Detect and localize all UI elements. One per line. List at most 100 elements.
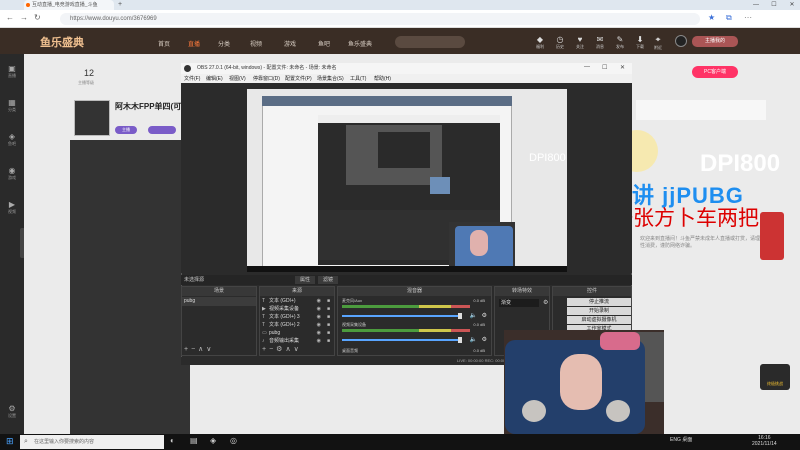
header-gift[interactable]: ◆ 福利 bbox=[530, 35, 550, 50]
header-search-input[interactable] bbox=[395, 36, 465, 48]
menu-icon[interactable]: ⋯ bbox=[744, 13, 752, 22]
favorite-star-icon[interactable]: ★ bbox=[708, 13, 715, 22]
source-item[interactable]: T 文本 (GDI+) ◉ ■ bbox=[262, 297, 332, 305]
back-icon[interactable]: ← bbox=[6, 13, 14, 22]
douyu-logo[interactable]: 鱼乐盛典 bbox=[40, 34, 84, 50]
eye-icon[interactable]: ◉ bbox=[317, 297, 321, 305]
source-toolbar[interactable]: +−⚙∧∨ bbox=[262, 345, 302, 353]
gear-icon[interactable]: ⚙ bbox=[543, 299, 548, 306]
follow-button[interactable] bbox=[148, 126, 176, 134]
gift-icon: ◆ bbox=[536, 35, 544, 44]
source-item[interactable]: ▭ pubg ◉ ■ bbox=[262, 329, 332, 337]
header-message[interactable]: ✉ 消息 bbox=[590, 35, 610, 50]
nav-video[interactable]: 视频 bbox=[250, 39, 262, 48]
stop-streaming-button[interactable]: 停止推流 bbox=[567, 298, 631, 306]
lock-icon[interactable]: ■ bbox=[327, 297, 330, 305]
eye-icon[interactable]: ◉ bbox=[317, 313, 321, 321]
nav-festival[interactable]: 鱼乐盛典 bbox=[348, 39, 372, 48]
header-publish[interactable]: ✎ 发布 bbox=[610, 35, 630, 50]
obs-menu-view[interactable]: 视图(V) bbox=[229, 75, 246, 82]
sidebar-item-yuba[interactable]: ◈ 鱼吧 bbox=[0, 132, 24, 147]
obs-minimize-button[interactable]: — bbox=[584, 64, 590, 70]
edge-icon[interactable]: ◐ bbox=[170, 436, 175, 445]
browser-tab[interactable]: 互动直播_电竞游戏直播_斗鱼 bbox=[24, 0, 114, 10]
nav-game[interactable]: 游戏 bbox=[284, 39, 296, 48]
volume-slider[interactable] bbox=[342, 339, 460, 341]
minimize-button[interactable]: — bbox=[748, 0, 764, 10]
windows-start-icon[interactable]: ⊞ bbox=[6, 436, 14, 447]
source-item[interactable]: ▶ 视频采集设备 ◉ ■ bbox=[262, 305, 332, 313]
sidebar-item-settings[interactable]: ⚙ 设置 bbox=[0, 404, 24, 419]
maximize-button[interactable]: ☐ bbox=[766, 0, 782, 10]
speaker-icon[interactable]: 🔈 bbox=[470, 336, 477, 343]
scene-toolbar[interactable]: +−∧∨ bbox=[184, 345, 214, 353]
source-item[interactable]: ♪ 音频输出采集 ◉ ■ bbox=[262, 337, 332, 345]
user-avatar[interactable] bbox=[675, 35, 687, 47]
eye-icon[interactable]: ◉ bbox=[317, 337, 321, 345]
properties-button[interactable]: 属性 bbox=[295, 276, 315, 284]
start-recording-button[interactable]: 开始录制 bbox=[567, 307, 631, 315]
header-download[interactable]: ⬇ 下载 bbox=[630, 35, 650, 50]
source-item[interactable]: T 文本 (GDI+) 3 ◉ ■ bbox=[262, 313, 332, 321]
obs-menu-file[interactable]: 文件(F) bbox=[184, 75, 200, 82]
collections-icon[interactable]: ⧉ bbox=[726, 13, 732, 23]
obs-taskbar-icon[interactable]: ◎ bbox=[230, 436, 237, 445]
eye-icon[interactable]: ◉ bbox=[317, 329, 321, 337]
sidebar-item-game[interactable]: ◉ 游戏 bbox=[0, 166, 24, 181]
volume-slider-thumb[interactable] bbox=[458, 313, 462, 319]
lock-icon[interactable]: ■ bbox=[327, 305, 330, 313]
obs-close-button[interactable]: ✕ bbox=[620, 64, 625, 71]
streamer-pill[interactable]: 主播 bbox=[115, 126, 137, 134]
nav-yuba[interactable]: 鱼吧 bbox=[318, 39, 330, 48]
volume-slider-thumb[interactable] bbox=[458, 337, 462, 343]
explorer-icon[interactable]: ▤ bbox=[190, 436, 198, 445]
user-badge[interactable]: 主播我的 bbox=[692, 36, 738, 47]
obs-maximize-button[interactable]: ☐ bbox=[602, 64, 607, 71]
system-tray[interactable]: ENG 桌面 bbox=[670, 436, 692, 443]
obs-menu-profile[interactable]: 配置文件(P) bbox=[285, 75, 312, 82]
sidebar-item-live[interactable]: ▣ 直播 bbox=[0, 64, 24, 79]
obs-menu-tools[interactable]: 工具(T) bbox=[350, 75, 366, 82]
nav-home[interactable]: 首页 bbox=[158, 39, 170, 48]
obs-menu-help[interactable]: 帮助(H) bbox=[374, 75, 391, 82]
obs-menu-docks[interactable]: 停靠窗口(D) bbox=[253, 75, 280, 82]
mixer-dock-header: 混音器 bbox=[338, 287, 491, 296]
eye-icon[interactable]: ◉ bbox=[317, 321, 321, 329]
sidebar-item-video[interactable]: ▶ 视频 bbox=[0, 200, 24, 215]
filters-button[interactable]: 滤镜 bbox=[318, 276, 338, 284]
streamer-avatar[interactable] bbox=[74, 100, 110, 136]
activity-badge[interactable]: 终极挑战 bbox=[760, 364, 790, 390]
virtual-camera-button[interactable]: 启动虚拟摄像机 bbox=[567, 316, 631, 324]
eye-icon[interactable]: ◉ bbox=[317, 305, 321, 313]
nav-category[interactable]: 分类 bbox=[218, 39, 230, 48]
header-location[interactable]: ⌖ 附近 bbox=[648, 35, 668, 51]
header-history[interactable]: ◷ 历史 bbox=[550, 35, 570, 50]
promo-card[interactable] bbox=[760, 212, 784, 260]
taskbar-clock[interactable]: 16:16 2021/11/14 bbox=[752, 435, 777, 447]
header-follow[interactable]: ♥ 关注 bbox=[570, 35, 590, 50]
sidebar-item-category[interactable]: ▦ 分类 bbox=[0, 98, 24, 113]
pc-client-button[interactable]: PC客户端 bbox=[692, 66, 738, 78]
close-button[interactable]: ✕ bbox=[784, 0, 800, 10]
forward-icon[interactable]: → bbox=[20, 13, 28, 22]
obs-menu-scenes[interactable]: 场景集合(S) bbox=[317, 75, 344, 82]
douyu-app-icon[interactable]: ◈ bbox=[210, 436, 216, 445]
gear-icon[interactable]: ⚙ bbox=[482, 312, 487, 319]
speaker-icon[interactable]: 🔈 bbox=[470, 312, 477, 319]
lock-icon[interactable]: ■ bbox=[327, 337, 330, 345]
source-item[interactable]: T 文本 (GDI+) 2 ◉ ■ bbox=[262, 321, 332, 329]
recursive-capture-2-bar bbox=[318, 115, 500, 123]
taskbar-search-input[interactable]: ⌕ 在这里输入你要搜索的内容 bbox=[20, 435, 164, 449]
lock-icon[interactable]: ■ bbox=[327, 329, 330, 337]
obs-menu-edit[interactable]: 编辑(E) bbox=[206, 75, 223, 82]
scene-item[interactable]: pubg bbox=[182, 297, 256, 306]
transition-select[interactable]: 渐变 bbox=[499, 299, 539, 307]
lock-icon[interactable]: ■ bbox=[327, 321, 330, 329]
volume-slider[interactable] bbox=[342, 315, 460, 317]
gear-icon[interactable]: ⚙ bbox=[482, 336, 487, 343]
url-input[interactable]: https://www.douyu.com/3676969 bbox=[60, 13, 700, 25]
nav-live[interactable]: 直播 bbox=[188, 39, 200, 48]
lock-icon[interactable]: ■ bbox=[327, 313, 330, 321]
new-tab-button[interactable]: + bbox=[118, 1, 122, 8]
refresh-icon[interactable]: ↻ bbox=[34, 13, 41, 22]
